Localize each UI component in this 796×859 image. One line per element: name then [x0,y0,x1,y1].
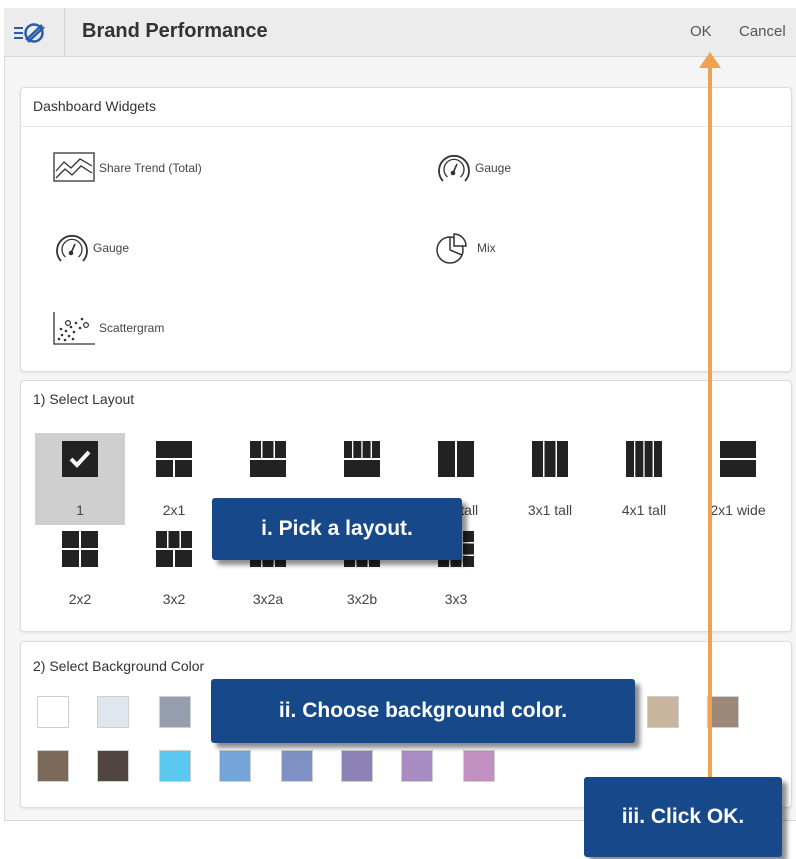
layout-option-2x2[interactable]: 2x2 [35,531,125,623]
widget-label: Share Trend (Total) [99,161,202,175]
menu-button[interactable] [4,8,65,56]
layout-4x1-icon [344,441,380,477]
color-swatch[interactable] [97,750,129,782]
checkbox-checked-icon [62,441,98,477]
layout-3x1-tall-icon [532,441,568,477]
widget-label: Gauge [475,161,512,175]
layout-label: 3x2 [162,591,186,607]
layout-option-1[interactable]: 1 [35,433,125,525]
layout-option-3x1-tall[interactable]: 3x1 tall [505,433,595,525]
layout-option-4x1-tall[interactable]: 4x1 tall [599,433,689,525]
panel-title: 1) Select Layout [33,391,135,407]
widget-gauge-2[interactable]: Gauge [53,228,129,268]
pointer-arrow [699,52,721,792]
layout-label: 3x2a [252,591,284,607]
gauge-icon [438,154,470,182]
layout-label: 4x1 tall [621,502,667,518]
ok-button[interactable]: OK [690,23,712,40]
pie-chart-icon [436,233,467,264]
widget-share-trend[interactable]: Share Trend (Total) [53,148,202,188]
callout-choose-color: ii. Choose background color. [211,679,635,743]
cancel-button[interactable]: Cancel [739,23,786,40]
gauge-icon [56,234,88,262]
layout-option-2x1[interactable]: 2x1 [129,433,219,525]
color-swatch[interactable] [341,750,373,782]
menu-icon [14,23,45,43]
panel-title: 2) Select Background Color [33,658,205,674]
divider [21,126,791,127]
layout-2x1-icon [156,441,192,477]
widget-label: Scattergram [99,321,165,335]
layout-label: 2x2 [68,591,92,607]
widget-mix[interactable]: Mix [435,228,496,268]
line-chart-icon [53,152,95,182]
color-swatch[interactable] [401,750,433,782]
widget-label: Mix [477,241,496,255]
layout-2x2-icon [62,531,98,567]
color-swatch[interactable] [159,696,191,728]
scatter-chart-icon [53,312,95,345]
brand-logo-icon [24,23,45,43]
color-swatch[interactable] [37,696,69,728]
layout-label: 3x2b [346,591,378,607]
color-swatch[interactable] [97,696,129,728]
panel-title: Dashboard Widgets [33,98,156,114]
color-swatch[interactable] [463,750,495,782]
widget-label: Gauge [93,241,130,255]
widget-gauge-1[interactable]: Gauge [435,148,511,188]
widget-scattergram[interactable]: Scattergram [53,308,164,348]
dashboard-widgets-panel: Dashboard Widgets Share Trend (Total) Ga… [20,87,792,372]
layout-label: 2x1 [162,502,186,518]
callout-pick-layout: i. Pick a layout. [212,498,462,560]
layout-4x1-tall-icon [626,441,662,477]
color-swatch[interactable] [219,750,251,782]
layout-label: 1 [76,502,84,518]
layout-3x2-icon [156,531,192,567]
layout-3x1-icon [250,441,286,477]
color-swatch[interactable] [281,750,313,782]
callout-click-ok: iii. Click OK. [584,777,782,857]
layout-label: 3x3 [444,591,468,607]
layout-2x1-tall-icon [438,441,474,477]
color-swatch[interactable] [37,750,69,782]
color-swatch[interactable] [159,750,191,782]
color-swatch[interactable] [647,696,679,728]
layout-label: 3x1 tall [527,502,573,518]
page-title: Brand Performance [82,20,268,42]
layout-option-3x2[interactable]: 3x2 [129,531,219,623]
